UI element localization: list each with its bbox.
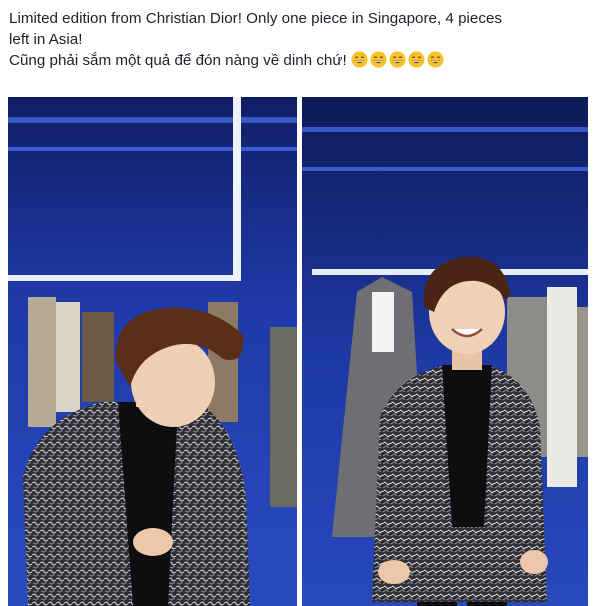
photo-man-smiling-image	[302, 97, 588, 606]
post-line-2: left in Asia!	[9, 31, 83, 48]
grinning-face-icon	[351, 51, 368, 68]
emoji-row	[351, 51, 444, 68]
post-text: Limited edition from Christian Dior! Onl…	[9, 8, 589, 71]
photo-grid	[8, 97, 588, 606]
post-line-3: Cũng phải sắm một quả để đón nàng về din…	[9, 50, 589, 71]
grinning-face-icon	[389, 51, 406, 68]
grinning-face-icon	[408, 51, 425, 68]
post-line-1: Limited edition from Christian Dior! Onl…	[9, 10, 503, 27]
post-line-3-text: Cũng phải sắm một quả để đón nàng về din…	[9, 52, 347, 69]
grinning-face-icon	[427, 51, 444, 68]
photo-man-looking-down-image	[8, 97, 297, 606]
grinning-face-icon	[370, 51, 387, 68]
photo-man-smiling[interactable]	[302, 97, 588, 606]
photo-man-looking-down[interactable]	[8, 97, 297, 606]
